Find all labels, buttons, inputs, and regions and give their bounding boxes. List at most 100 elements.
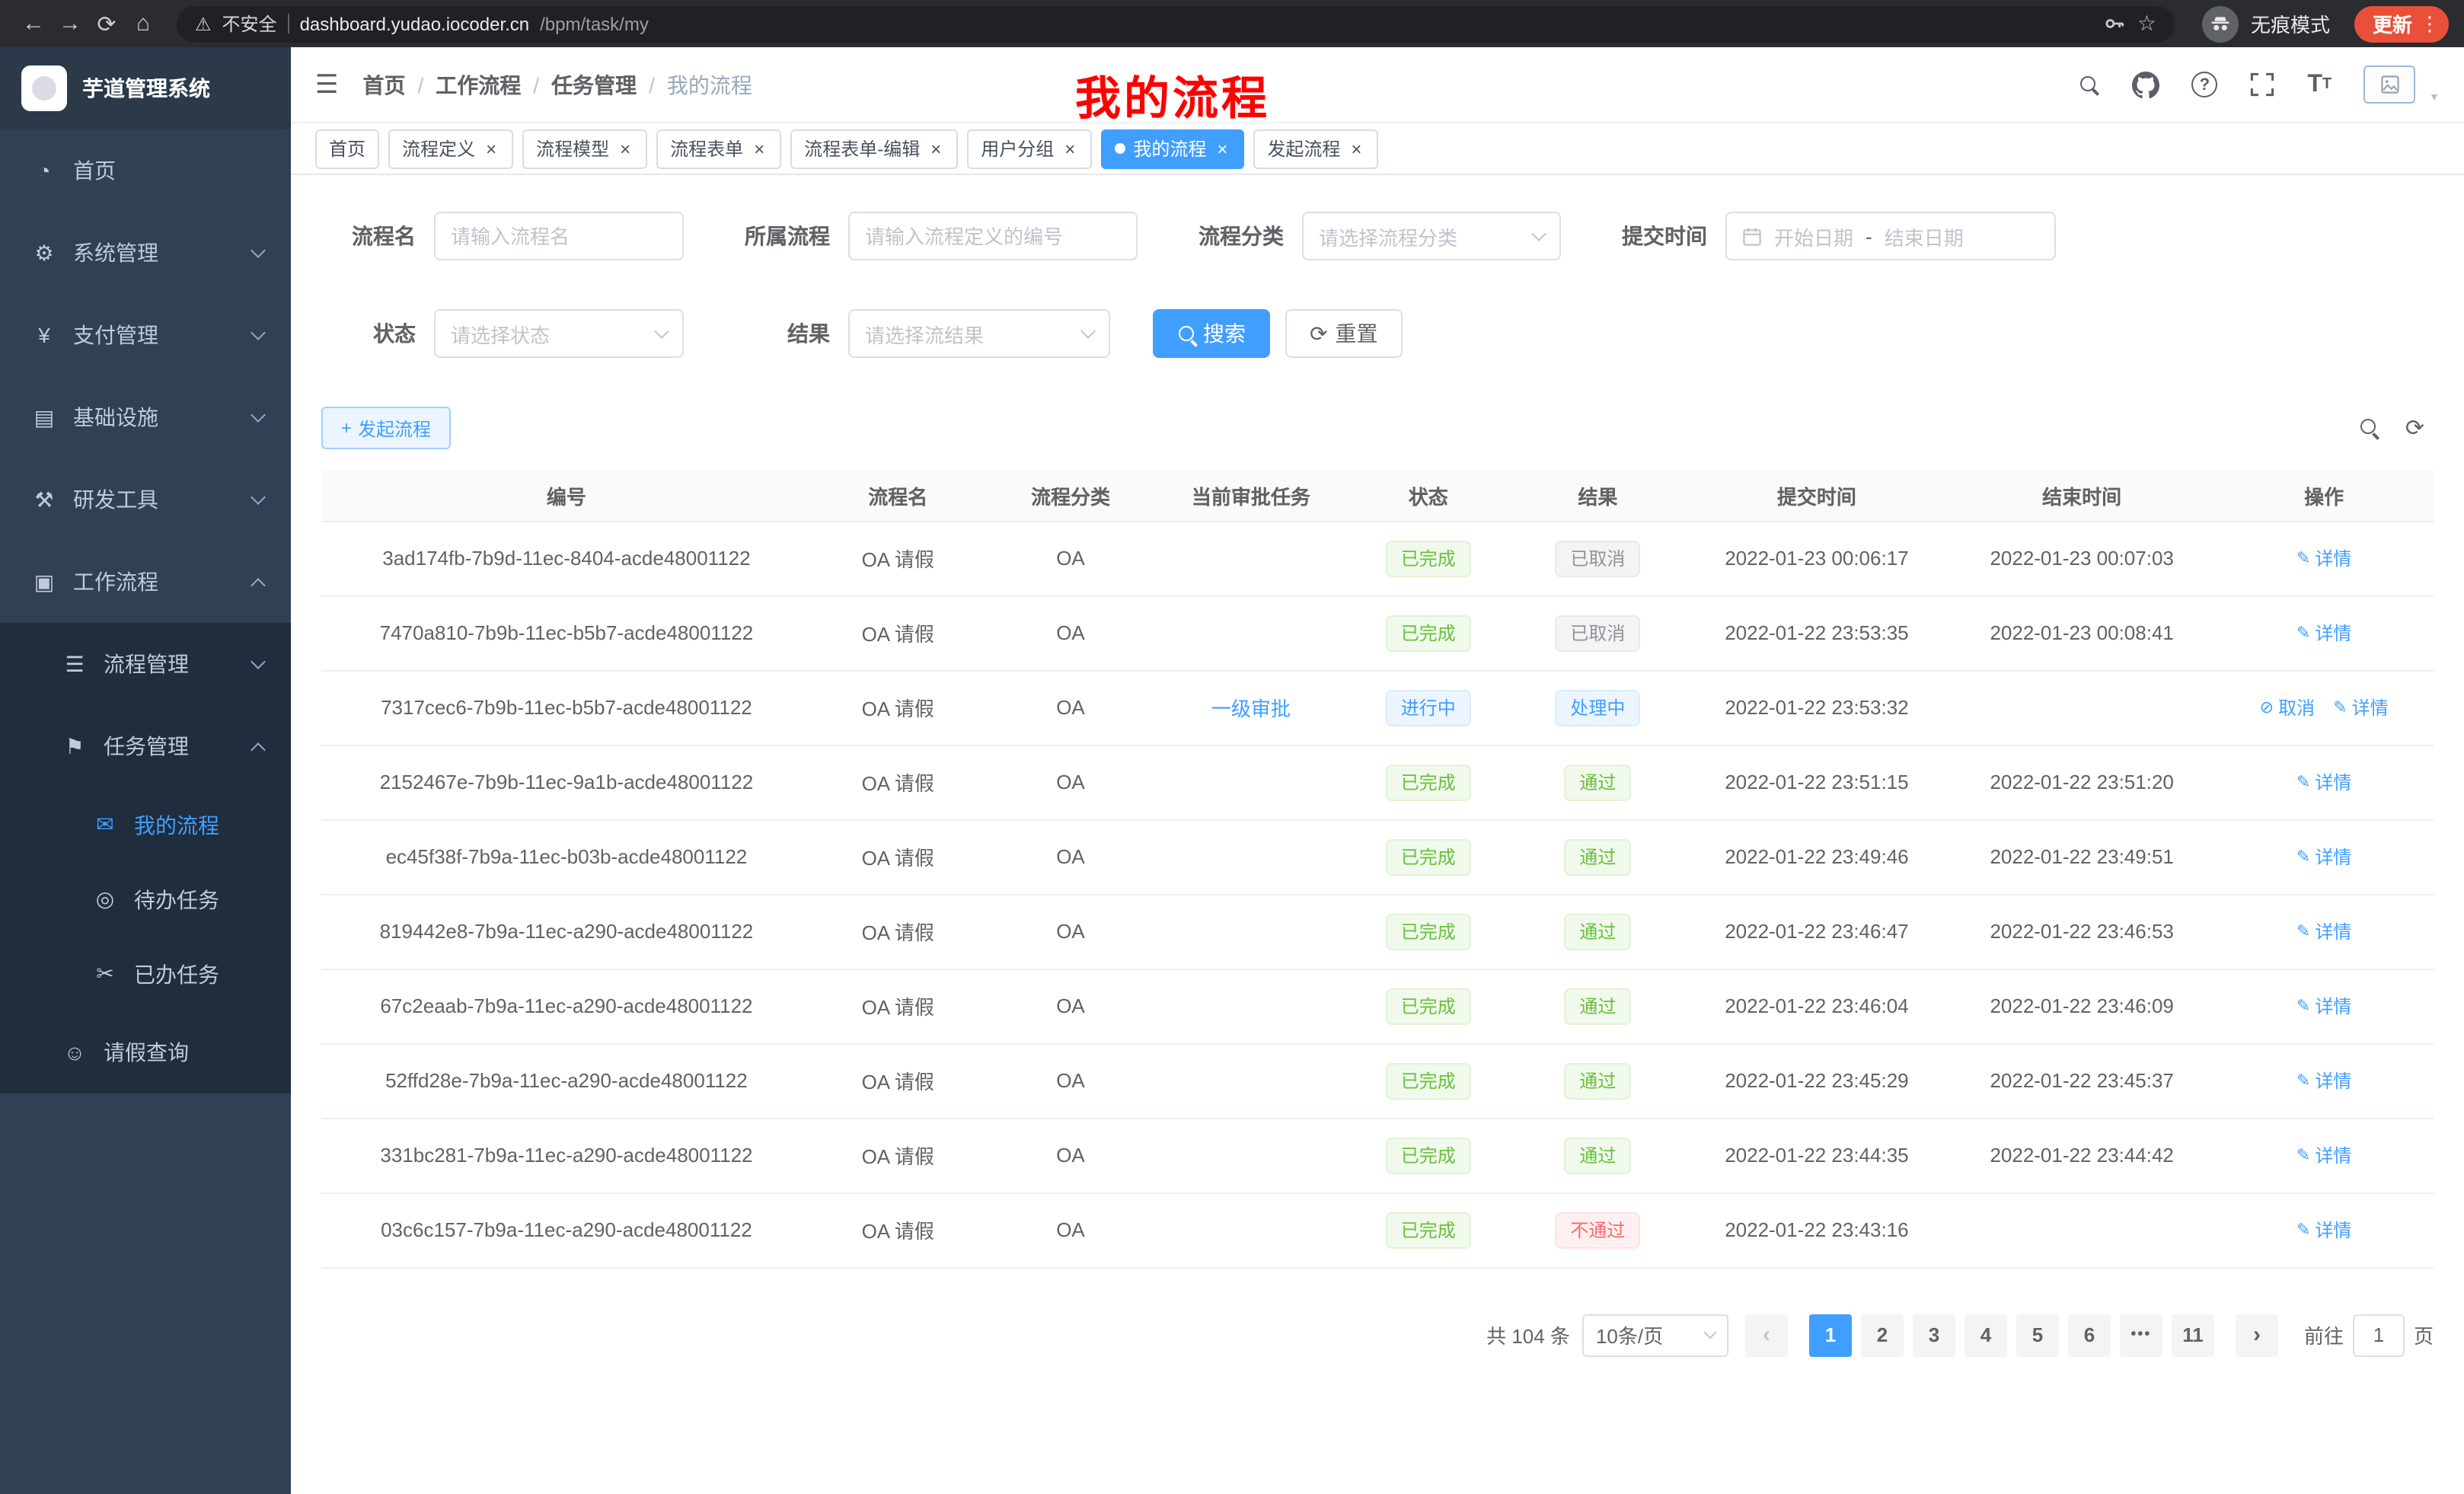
avatar[interactable] xyxy=(2363,65,2415,104)
hide-search-icon[interactable] xyxy=(2360,417,2381,439)
cancel-link[interactable]: ⊘取消 xyxy=(2260,694,2315,720)
tab-process-form-edit[interactable]: 流程表单-编辑× xyxy=(790,129,958,168)
next-page-button[interactable]: › xyxy=(2236,1314,2278,1356)
security-label[interactable]: 不安全 xyxy=(222,11,277,37)
status-select[interactable]: 请选择状态 xyxy=(434,309,684,358)
page-button-3[interactable]: 3 xyxy=(1913,1314,1955,1356)
column-header-actions[interactable]: 操作 xyxy=(2214,471,2434,521)
reset-button[interactable]: ⟳ 重置 xyxy=(1285,309,1402,358)
tab-my-process[interactable]: 我的流程× xyxy=(1101,129,1244,168)
process-name-input[interactable] xyxy=(434,212,684,260)
breadcrumb-item[interactable]: 工作流程 xyxy=(436,69,521,100)
security-warning-icon: ⚠ xyxy=(195,13,212,34)
detail-link[interactable]: ✎详情 xyxy=(2333,694,2388,720)
page-button-11[interactable]: 11 xyxy=(2172,1314,2214,1356)
page-button-5[interactable]: 5 xyxy=(2016,1314,2059,1356)
sidebar-item-process-mgmt[interactable]: ☰流程管理 xyxy=(0,623,291,705)
column-header-task[interactable]: 当前审批任务 xyxy=(1157,471,1345,521)
chevron-down-icon[interactable]: ▼ xyxy=(2429,93,2440,104)
font-size-icon[interactable]: TT xyxy=(2307,71,2332,98)
date-range-picker[interactable]: 开始日期 - 结束日期 xyxy=(1725,212,2056,260)
task-link[interactable]: 一级审批 xyxy=(1211,698,1291,720)
refresh-icon[interactable]: ⟳ xyxy=(2405,414,2424,442)
column-header-result[interactable]: 结果 xyxy=(1511,471,1684,521)
detail-link[interactable]: ✎详情 xyxy=(2296,545,2351,571)
process-definition-input[interactable] xyxy=(848,212,1138,260)
sidebar-item-todo-tasks[interactable]: ◎待办任务 xyxy=(0,862,291,937)
page-button-more[interactable]: ••• xyxy=(2120,1314,2162,1356)
detail-link[interactable]: ✎详情 xyxy=(2296,1068,2351,1093)
password-key-icon[interactable] xyxy=(2104,12,2127,35)
column-header-status[interactable]: 状态 xyxy=(1345,471,1511,521)
tab-close-icon[interactable]: × xyxy=(751,138,768,159)
detail-link[interactable]: ✎详情 xyxy=(2296,993,2351,1019)
tab-home[interactable]: 首页 xyxy=(315,129,379,168)
breadcrumb-item[interactable]: 任务管理 xyxy=(551,69,637,100)
action-label: 详情 xyxy=(2315,844,2351,870)
tab-user-group[interactable]: 用户分组× xyxy=(967,129,1092,168)
sidebar-item-my-process[interactable]: ✉我的流程 xyxy=(0,787,291,862)
tab-process-form[interactable]: 流程表单× xyxy=(656,129,781,168)
browser-forward-icon[interactable]: → xyxy=(52,11,88,37)
page-button-2[interactable]: 2 xyxy=(1861,1314,1904,1356)
cell-actions: ✎详情 xyxy=(2214,819,2434,894)
pagination-pages: 123456•••11 xyxy=(1805,1314,2219,1356)
detail-link[interactable]: ✎详情 xyxy=(2296,1142,2351,1168)
detail-link[interactable]: ✎详情 xyxy=(2296,918,2351,944)
status-tag: 已完成 xyxy=(1386,615,1471,651)
sidebar-item-workflow[interactable]: ▣工作流程 xyxy=(0,541,291,623)
bookmark-star-icon[interactable]: ☆ xyxy=(2137,11,2156,37)
sidebar-item-done-tasks[interactable]: ✂已办任务 xyxy=(0,937,291,1011)
hamburger-icon[interactable]: ☰ xyxy=(315,69,339,100)
page-size-select[interactable]: 10条/页 xyxy=(1582,1314,1728,1356)
detail-link[interactable]: ✎详情 xyxy=(2296,1217,2351,1243)
sidebar-item-leave-query[interactable]: ☺请假查询 xyxy=(0,1011,291,1093)
tab-close-icon[interactable]: × xyxy=(1214,138,1230,159)
tab-process-definition[interactable]: 流程定义× xyxy=(388,129,513,168)
cell-status: 已完成 xyxy=(1345,969,1511,1043)
sidebar-item-system[interactable]: ⚙系统管理 xyxy=(0,212,291,294)
fullscreen-icon[interactable] xyxy=(2249,72,2275,97)
sidebar-item-payment[interactable]: ¥支付管理 xyxy=(0,294,291,376)
column-header-id[interactable]: 编号 xyxy=(321,471,812,521)
column-header-category[interactable]: 流程分类 xyxy=(985,471,1157,521)
goto-page-input[interactable] xyxy=(2353,1314,2405,1356)
browser-home-icon[interactable]: ⌂ xyxy=(125,11,161,37)
detail-link[interactable]: ✎详情 xyxy=(2296,620,2351,646)
search-icon[interactable] xyxy=(2079,74,2100,95)
tab-process-model[interactable]: 流程模型× xyxy=(522,129,647,168)
tab-close-icon[interactable]: × xyxy=(1061,138,1078,159)
sidebar-item-infrastructure[interactable]: ▤基础设施 xyxy=(0,376,291,458)
tab-close-icon[interactable]: × xyxy=(483,138,500,159)
tab-close-icon[interactable]: × xyxy=(927,138,944,159)
result-select[interactable]: 请选择流结果 xyxy=(848,309,1110,358)
start-process-button[interactable]: + 发起流程 xyxy=(321,407,451,449)
tab-close-icon[interactable]: × xyxy=(617,138,634,159)
process-category-select[interactable]: 请选择流程分类 xyxy=(1302,212,1561,260)
sidebar-item-home[interactable]: ◔首页 xyxy=(0,129,291,212)
page-button-1[interactable]: 1 xyxy=(1809,1314,1852,1356)
incognito-badge[interactable]: 无痕模式 xyxy=(2202,5,2330,42)
tab-close-icon[interactable]: × xyxy=(1348,138,1364,159)
tab-start-process[interactable]: 发起流程× xyxy=(1253,129,1378,168)
sidebar-item-devtools[interactable]: ⚒研发工具 xyxy=(0,458,291,541)
page-button-6[interactable]: 6 xyxy=(2068,1314,2111,1356)
app-logo-row[interactable]: 芋道管理系统 xyxy=(0,47,291,129)
address-bar[interactable]: ⚠ 不安全 dashboard.yudao.iocoder.cn /bpm/ta… xyxy=(177,5,2175,42)
sidebar-item-task-mgmt[interactable]: ⚑任务管理 xyxy=(0,705,291,787)
browser-back-icon[interactable]: ← xyxy=(15,11,52,37)
browser-update-button[interactable]: 更新 ⋮ xyxy=(2354,5,2449,42)
column-header-name[interactable]: 流程名 xyxy=(812,471,985,521)
search-button[interactable]: 搜索 xyxy=(1153,309,1270,358)
column-header-submit_time[interactable]: 提交时间 xyxy=(1684,471,1949,521)
browser-reload-icon[interactable]: ⟳ xyxy=(88,10,125,37)
detail-link[interactable]: ✎详情 xyxy=(2296,769,2351,795)
github-icon[interactable] xyxy=(2132,71,2159,98)
detail-link[interactable]: ✎详情 xyxy=(2296,844,2351,870)
page-button-4[interactable]: 4 xyxy=(1964,1314,2007,1356)
help-icon[interactable]: ? xyxy=(2191,72,2217,97)
prev-page-button[interactable]: ‹ xyxy=(1745,1314,1788,1356)
breadcrumb-item[interactable]: 首页 xyxy=(363,69,406,100)
browser-menu-dots-icon[interactable]: ⋮ xyxy=(2420,11,2440,36)
column-header-end_time[interactable]: 结束时间 xyxy=(1949,471,2214,521)
